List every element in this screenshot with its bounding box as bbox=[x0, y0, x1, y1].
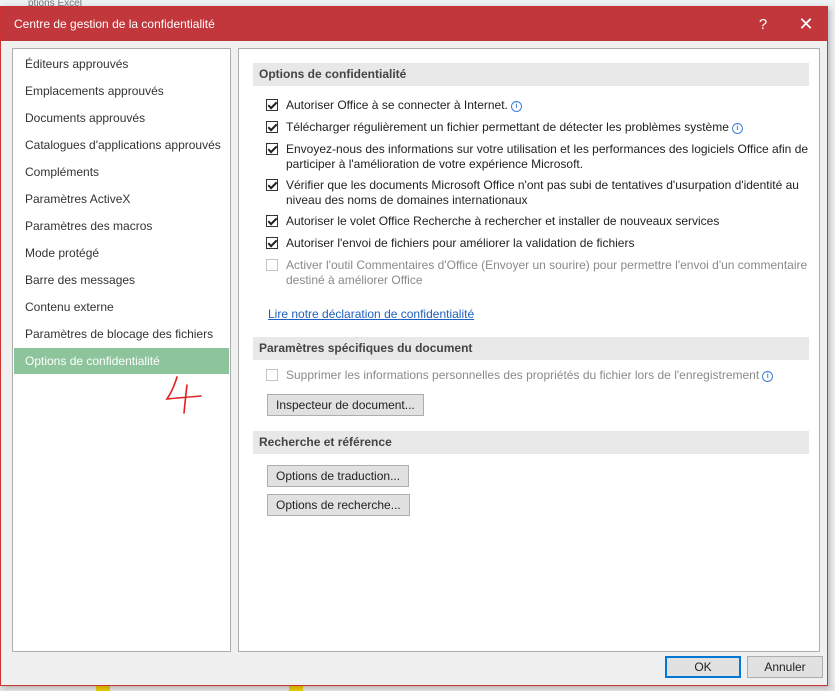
background-cell-highlight bbox=[96, 686, 110, 691]
checkbox-check-spoofing[interactable] bbox=[266, 179, 278, 191]
info-icon[interactable]: i bbox=[731, 123, 743, 134]
sidebar-item-trusted-locations[interactable]: Emplacements approuvés bbox=[14, 78, 229, 104]
checkbox-download-troubleshoot-file[interactable] bbox=[266, 121, 278, 133]
checkbox-file-validation[interactable] bbox=[266, 237, 278, 249]
checkbox-feedback-tool[interactable] bbox=[266, 259, 278, 271]
document-inspector-button[interactable]: Inspecteur de document... bbox=[267, 394, 424, 416]
info-icon[interactable]: i bbox=[762, 371, 774, 382]
checkbox-remove-personal-info[interactable] bbox=[266, 369, 278, 381]
option-label: Autoriser Office à se connecter à Intern… bbox=[286, 98, 508, 112]
option-label: Autoriser le volet Office Recherche à re… bbox=[286, 214, 720, 228]
sidebar-item-activex-settings[interactable]: Paramètres ActiveX bbox=[14, 186, 229, 212]
background-cell-highlight bbox=[289, 686, 303, 691]
sidebar-item-trusted-add-in-catalogs[interactable]: Catalogues d'applications approuvés bbox=[14, 132, 229, 158]
sidebar-item-file-block-settings[interactable]: Paramètres de blocage des fichiers bbox=[14, 321, 229, 347]
option-label: Vérifier que les documents Microsoft Off… bbox=[286, 178, 799, 207]
dialog-title: Centre de gestion de la confidentialité bbox=[14, 17, 215, 31]
option-label: Activer l'outil Commentaires d'Office (E… bbox=[286, 258, 808, 287]
settings-panel: Options de confidentialité Autoriser Off… bbox=[238, 48, 820, 652]
sidebar-item-protected-view[interactable]: Mode protégé bbox=[14, 240, 229, 266]
option-label: Autoriser l'envoi de fichiers pour améli… bbox=[286, 236, 635, 250]
option-label: Télécharger régulièrement un fichier per… bbox=[286, 120, 729, 134]
info-icon[interactable]: i bbox=[510, 101, 522, 112]
close-icon: ✕ bbox=[798, 13, 814, 34]
sidebar-item-trusted-publishers[interactable]: Éditeurs approuvés bbox=[14, 51, 229, 77]
privacy-statement-link[interactable]: Lire notre déclaration de confidentialit… bbox=[268, 307, 474, 321]
research-options-button[interactable]: Options de recherche... bbox=[267, 494, 410, 516]
translation-options-button[interactable]: Options de traduction... bbox=[267, 465, 410, 487]
checkbox-connect-internet[interactable] bbox=[266, 99, 278, 111]
option-label: Envoyez-nous des informations sur votre … bbox=[286, 142, 809, 171]
option-label: Supprimer les informations personnelles … bbox=[286, 368, 760, 382]
checkbox-research-pane-services[interactable] bbox=[266, 215, 278, 227]
checkbox-send-usage-info[interactable] bbox=[266, 143, 278, 155]
sidebar-item-add-ins[interactable]: Compléments bbox=[14, 159, 229, 185]
section-header-research: Recherche et référence bbox=[253, 431, 809, 454]
title-bar: Centre de gestion de la confidentialité … bbox=[1, 7, 827, 41]
trust-center-dialog: Centre de gestion de la confidentialité … bbox=[0, 6, 828, 686]
section-header-privacy: Options de confidentialité bbox=[253, 63, 809, 86]
sidebar-item-privacy-options[interactable]: Options de confidentialité bbox=[14, 348, 229, 374]
sidebar-item-external-content[interactable]: Contenu externe bbox=[14, 294, 229, 320]
sidebar-item-trusted-documents[interactable]: Documents approuvés bbox=[14, 105, 229, 131]
sidebar-item-message-bar[interactable]: Barre des messages bbox=[14, 267, 229, 293]
handwritten-annotation-4 bbox=[165, 376, 202, 414]
cancel-button[interactable]: Annuler bbox=[747, 656, 823, 678]
sidebar-item-macro-settings[interactable]: Paramètres des macros bbox=[14, 213, 229, 239]
close-button[interactable]: ✕ bbox=[786, 7, 826, 41]
help-button[interactable]: ? bbox=[743, 7, 783, 41]
section-header-document-settings: Paramètres spécifiques du document bbox=[253, 337, 809, 360]
ok-button[interactable]: OK bbox=[665, 656, 741, 678]
category-sidebar: Éditeurs approuvés Emplacements approuvé… bbox=[12, 48, 231, 652]
